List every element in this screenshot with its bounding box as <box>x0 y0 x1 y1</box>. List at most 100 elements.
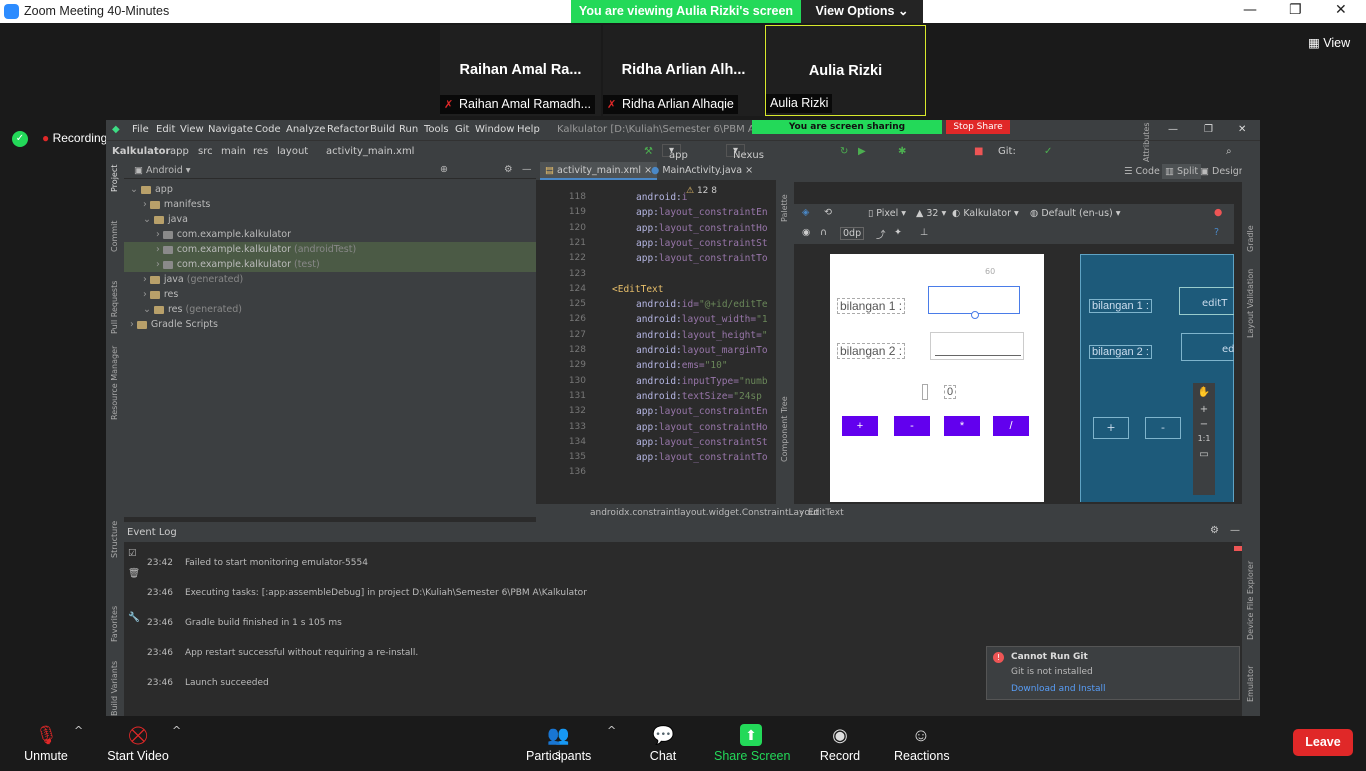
git-commit-icon[interactable]: ✓ <box>1044 146 1052 157</box>
wrench-icon[interactable]: 🔧 <box>128 612 140 623</box>
ide-close-icon[interactable]: ✕ <box>1238 124 1246 135</box>
api-picker[interactable]: ▲ 32 ▾ <box>916 208 946 219</box>
video-options-caret[interactable]: ^ <box>172 724 181 737</box>
git-notification[interactable]: ! Cannot Run Git Git is not installed Do… <box>986 646 1240 700</box>
start-video-button[interactable]: ⛒ Start Video <box>106 716 170 768</box>
label-bilangan-1[interactable]: bilangan 1 : <box>837 298 906 314</box>
device-dropdown[interactable]: Nexus 5X API 27 ▾ <box>726 144 764 194</box>
menu-view[interactable]: View <box>180 124 204 135</box>
menu-analyze[interactable]: Analyze <box>286 124 325 135</box>
audio-options-caret[interactable]: ^ <box>74 724 83 737</box>
record-button[interactable]: ◉ Record <box>818 716 862 768</box>
tree-expand-icon[interactable]: › <box>143 199 150 210</box>
log-entry[interactable]: 23:46 Executing tasks: [:app:assembleDebu… <box>147 588 587 598</box>
result-view[interactable] <box>922 384 928 400</box>
constraint-handle[interactable] <box>971 311 979 319</box>
breadcrumb-res[interactable]: res <box>253 146 268 157</box>
guidelines-icon[interactable]: ⊥ <box>920 227 928 238</box>
tab-main-activity[interactable]: ● MainActivity.java × <box>646 162 758 180</box>
menu-file[interactable]: File <box>132 124 149 135</box>
tool-gradle[interactable]: Gradle <box>1246 225 1255 252</box>
menu-code[interactable]: Code <box>255 124 281 135</box>
gear-icon[interactable]: ⚙ <box>1210 525 1219 536</box>
shield-icon[interactable]: ✓ <box>12 131 28 147</box>
unmute-button[interactable]: 🎙 Unmute <box>20 716 72 768</box>
log-entry[interactable]: 23:46 Gradle build finished in 1 s 105 ms <box>147 618 342 628</box>
bp-minus-button[interactable]: - <box>1145 417 1181 439</box>
menu-navigate[interactable]: Navigate <box>208 124 253 135</box>
phone-preview[interactable]: bilangan 1 : 60 bilangan 2 : 0 + - * / <box>830 254 1044 502</box>
view-button[interactable]: ▦ View <box>1308 35 1350 50</box>
hide-icon[interactable]: — <box>1230 525 1240 536</box>
tree-item[interactable]: › manifests <box>124 197 536 212</box>
tree-expand-icon[interactable]: › <box>143 289 150 300</box>
tool-attributes[interactable]: Attributes <box>1142 123 1151 163</box>
ide-restore-icon[interactable]: ❐ <box>1204 124 1213 135</box>
leave-button[interactable]: Leave <box>1293 729 1353 756</box>
participant-thumb[interactable]: Raihan Amal Ra... ✗ Raihan Amal Ramadh... <box>440 25 601 116</box>
tree-item[interactable]: › java (generated) <box>124 272 536 287</box>
result-text[interactable]: 0 <box>944 385 957 399</box>
tree-item[interactable]: › Gradle Scripts <box>124 317 536 332</box>
theme-picker[interactable]: ◐ Kalkulator ▾ <box>952 208 1019 219</box>
download-install-link[interactable]: Download and Install <box>1011 684 1105 694</box>
help-icon[interactable]: ? <box>1214 227 1219 238</box>
run-config-dropdown[interactable]: app ▾ <box>662 144 688 161</box>
bp-plus-button[interactable]: + <box>1093 417 1129 439</box>
tree-expand-icon[interactable]: ⌄ <box>143 214 154 225</box>
tree-item[interactable]: › com.example.kalkulator <box>124 227 536 242</box>
log-entry[interactable]: 23:42 Failed to start monitoring emulator… <box>147 558 368 568</box>
zoom-in-button[interactable]: + <box>1193 404 1215 415</box>
path-constraintlayout[interactable]: androidx.constraintlayout.widget.Constra… <box>590 504 819 522</box>
mode-code[interactable]: ☰ Code <box>1124 166 1160 177</box>
tree-expand-icon[interactable]: › <box>156 259 163 270</box>
stop-share-button[interactable]: Stop Share <box>946 120 1010 134</box>
tree-expand-icon[interactable]: › <box>156 244 163 255</box>
tool-pull-requests[interactable]: Pull Requests <box>110 281 119 334</box>
ide-minimize-icon[interactable]: — <box>1168 124 1178 135</box>
apply-changes-icon[interactable]: ↻ <box>840 146 848 157</box>
debug-icon[interactable]: ✱ <box>898 146 906 157</box>
tree-expand-icon[interactable]: › <box>156 229 163 240</box>
zoom-out-button[interactable]: − <box>1193 419 1215 430</box>
android-studio-window[interactable]: ◆ File Edit View Navigate Code Analyze R… <box>106 120 1260 716</box>
hammer-icon[interactable]: ⚒ <box>644 146 653 157</box>
tool-commit[interactable]: Commit <box>110 221 119 252</box>
log-entry[interactable]: 23:46 Launch succeeded <box>147 678 269 688</box>
menu-help[interactable]: Help <box>517 124 540 135</box>
tree-expand-icon[interactable]: ⌄ <box>130 184 141 195</box>
trash-icon[interactable]: 🗑 <box>128 568 140 579</box>
plus-button[interactable]: + <box>842 416 878 436</box>
label-bilangan-2[interactable]: bilangan 2 : <box>837 343 906 359</box>
code-area[interactable]: 118 android:i 119 app:layout_constraintEn 12… <box>536 182 776 502</box>
eye-icon[interactable]: ◉ <box>802 227 810 238</box>
breadcrumb-app[interactable]: app <box>170 146 189 157</box>
layers-icon[interactable]: ◈ <box>802 207 809 218</box>
tab-close-icon[interactable]: × <box>745 165 753 176</box>
search-icon[interactable]: ⌕ <box>1226 146 1232 157</box>
divide-button[interactable]: / <box>993 416 1029 436</box>
tool-project[interactable]: Project <box>110 165 119 192</box>
design-canvas[interactable]: bilangan 1 : 60 bilangan 2 : 0 + - * / b… <box>794 244 1234 502</box>
tree-item[interactable]: › com.example.kalkulator (test) <box>124 257 536 272</box>
tool-build-variants[interactable]: Build Variants <box>110 661 119 716</box>
participants-options-caret[interactable]: ^ <box>607 724 616 737</box>
edittext-bilangan-2[interactable] <box>930 332 1024 360</box>
run-icon[interactable]: ▶ <box>858 146 866 157</box>
minimize-icon[interactable]: — <box>1243 2 1257 18</box>
locale-picker[interactable]: ◍ Default (en-us) ▾ <box>1030 208 1121 219</box>
participants-button[interactable]: 👥3 Participants <box>526 716 591 768</box>
tree-item[interactable]: ⌄ res (generated) <box>124 302 536 317</box>
bp-label-bilangan-2[interactable]: bilangan 2 : <box>1089 345 1152 359</box>
tool-emulator[interactable]: Emulator <box>1246 666 1255 702</box>
device-picker[interactable]: ▯ Pixel ▾ <box>868 208 906 219</box>
tree-expand-icon[interactable]: › <box>143 274 150 285</box>
locate-icon[interactable]: ⊕ <box>440 164 448 175</box>
path-edittext[interactable]: EditText <box>808 504 844 522</box>
menu-build[interactable]: Build <box>370 124 395 135</box>
bp-label-bilangan-1[interactable]: bilangan 1 : <box>1089 299 1152 313</box>
tree-expand-icon[interactable]: ⌄ <box>143 304 154 315</box>
project-view-dropdown[interactable]: Android ▾ <box>146 165 191 176</box>
zoom-fit-icon[interactable]: ▭ <box>1193 449 1215 460</box>
menu-tools[interactable]: Tools <box>424 124 449 135</box>
